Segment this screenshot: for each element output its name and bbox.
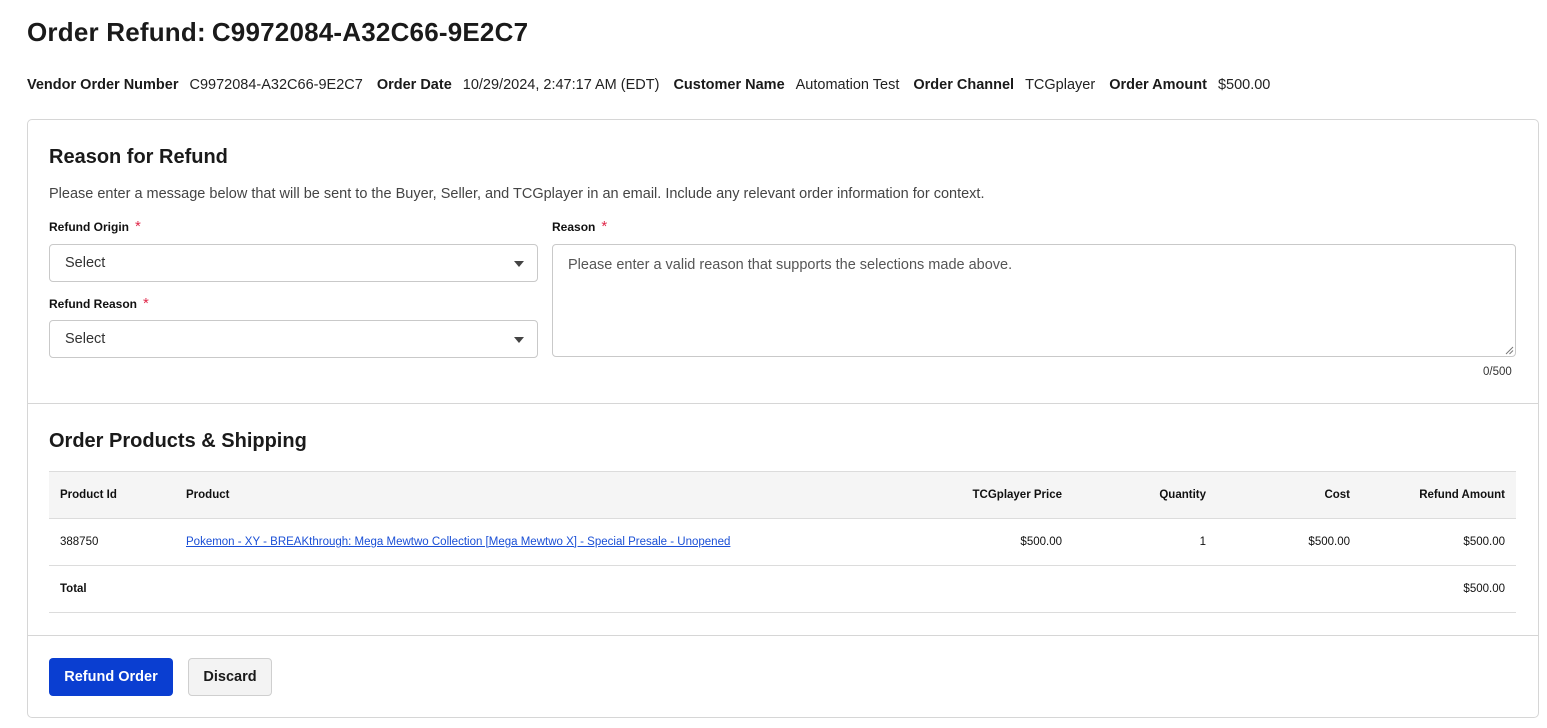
refund-origin-label-text: Refund Origin <box>49 220 129 234</box>
cell-refund-amount: $500.00 <box>1361 518 1516 566</box>
column-header-cost: Cost <box>1217 471 1361 519</box>
column-header-price: TCGplayer Price <box>873 471 1073 519</box>
cell-product-id: 388750 <box>49 518 175 566</box>
meta-label-customer-name: Customer Name <box>673 77 785 93</box>
page-title-prefix: Order Refund: <box>27 17 206 47</box>
meta-value-order-date: 10/29/2024, 2:47:17 AM (EDT) <box>462 77 660 93</box>
meta-label-order-amount: Order Amount <box>1109 77 1207 93</box>
meta-label-order-channel: Order Channel <box>913 77 1015 93</box>
reason-label-text: Reason <box>552 220 596 234</box>
reason-instructions: Please enter a message below that will b… <box>49 186 985 202</box>
cell-price: $500.00 <box>873 518 1073 566</box>
resize-handle-icon[interactable] <box>1504 345 1514 355</box>
reason-section-title: Reason for Refund <box>49 146 228 168</box>
total-refund-amount: $500.00 <box>1361 565 1516 613</box>
refund-reason-value: Select <box>65 331 106 347</box>
column-header-product: Product <box>175 471 873 519</box>
chevron-down-icon <box>514 261 524 267</box>
product-link[interactable]: Pokemon - XY - BREAKthrough: Mega Mewtwo… <box>186 536 730 548</box>
page-title-order-id: C9972084-A32C66-9E2C7 <box>211 17 529 47</box>
products-table: Product Id Product TCGplayer Price Quant… <box>49 471 1516 613</box>
refund-order-button[interactable]: Refund Order <box>49 658 173 696</box>
refund-origin-value: Select <box>65 255 106 271</box>
section-divider <box>28 635 1538 636</box>
table-row: 388750 Pokemon - XY - BREAKthrough: Mega… <box>49 518 1516 566</box>
products-section-title: Order Products & Shipping <box>49 430 307 452</box>
cell-product: Pokemon - XY - BREAKthrough: Mega Mewtwo… <box>175 518 873 566</box>
meta-value-vendor-order-number: C9972084-A32C66-9E2C7 <box>189 77 363 93</box>
meta-value-customer-name: Automation Test <box>795 77 900 93</box>
refund-card: Reason for Refund Please enter a message… <box>27 119 1539 718</box>
table-total-row: Total $500.00 <box>49 565 1516 613</box>
table-header-row: Product Id Product TCGplayer Price Quant… <box>49 471 1516 519</box>
column-header-quantity: Quantity <box>1073 471 1217 519</box>
refund-origin-select[interactable]: Select <box>49 244 538 282</box>
order-meta-row: Vendor Order Number C9972084-A32C66-9E2C… <box>27 77 1284 93</box>
reason-placeholder: Please enter a valid reason that support… <box>568 257 1013 273</box>
meta-value-order-amount: $500.00 <box>1217 77 1271 93</box>
cell-cost: $500.00 <box>1217 518 1361 566</box>
reason-textarea[interactable]: Please enter a valid reason that support… <box>552 244 1516 357</box>
required-mark: * <box>601 218 608 235</box>
reason-label: Reason * <box>552 218 607 235</box>
page-title: Order Refund: C9972084-A32C66-9E2C7 <box>27 17 528 48</box>
column-header-product-id: Product Id <box>49 471 175 519</box>
cell-quantity: 1 <box>1073 518 1217 566</box>
column-header-refund-amount: Refund Amount <box>1361 471 1516 519</box>
refund-reason-label-text: Refund Reason <box>49 297 138 311</box>
meta-label-order-date: Order Date <box>376 77 452 93</box>
total-label: Total <box>49 565 175 613</box>
discard-button[interactable]: Discard <box>188 658 272 696</box>
refund-origin-label: Refund Origin * <box>49 218 141 235</box>
section-divider <box>28 403 1538 404</box>
reason-char-count: 0/500 <box>1483 366 1512 378</box>
refund-reason-label: Refund Reason * <box>49 295 149 312</box>
meta-label-vendor-order-number: Vendor Order Number <box>27 77 179 93</box>
chevron-down-icon <box>514 337 524 343</box>
refund-reason-select[interactable]: Select <box>49 320 538 358</box>
required-mark: * <box>135 218 141 235</box>
required-mark: * <box>143 295 149 312</box>
meta-value-order-channel: TCGplayer <box>1025 77 1096 93</box>
